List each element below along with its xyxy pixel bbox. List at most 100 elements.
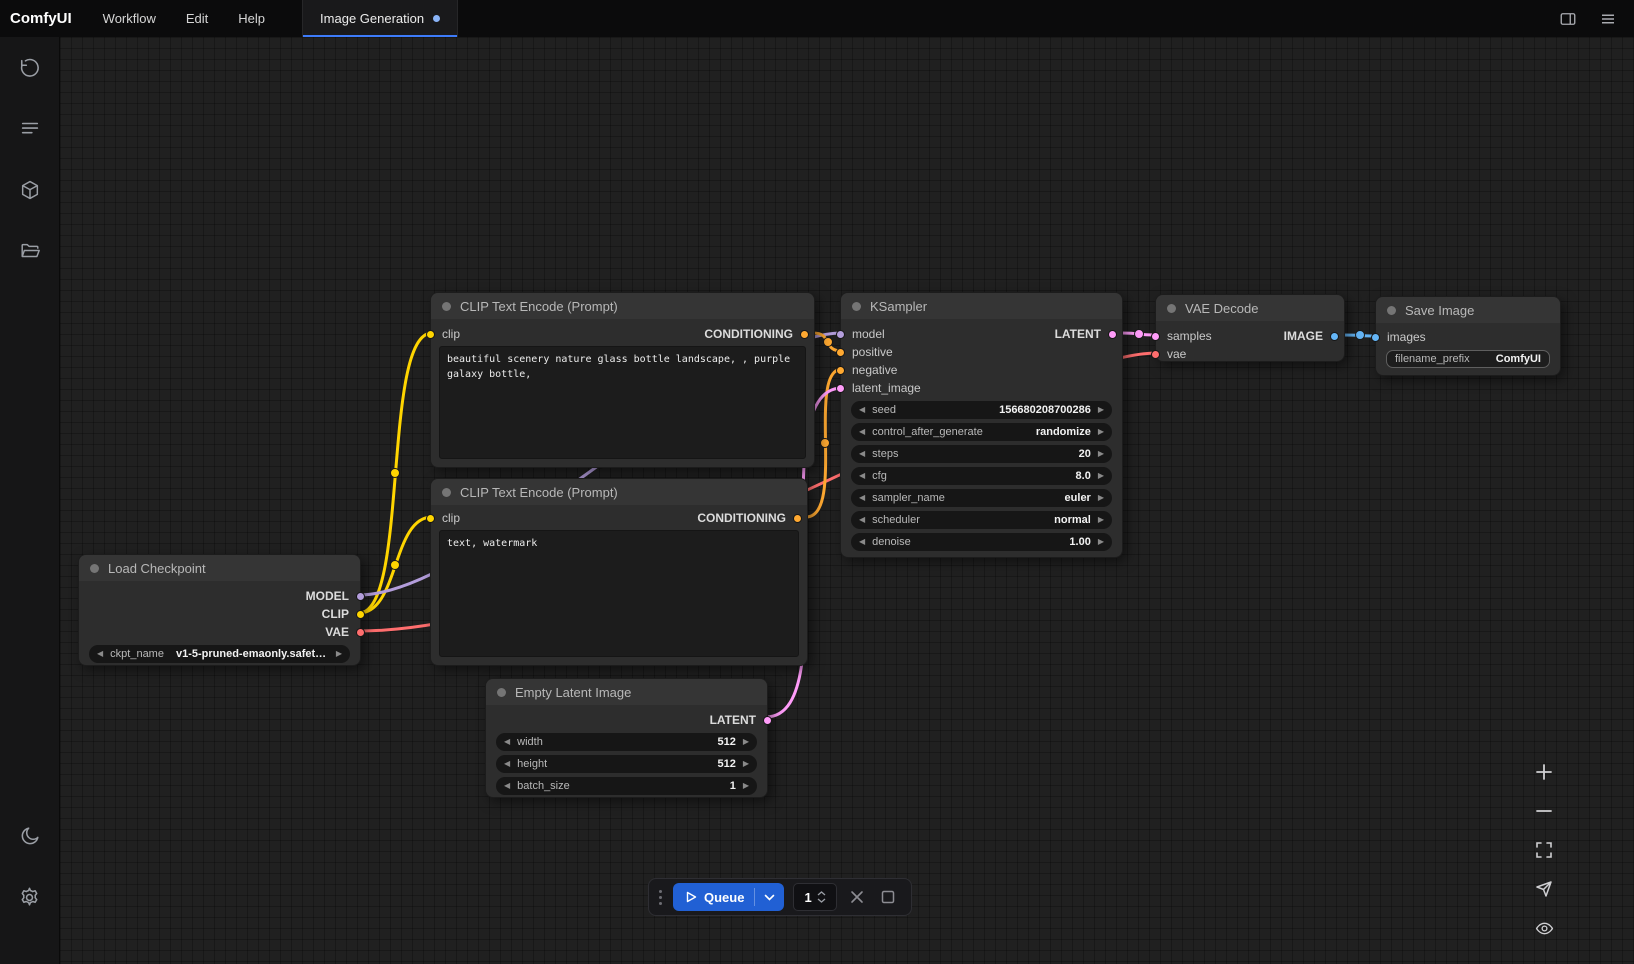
hamburger-menu-icon[interactable] [1598, 9, 1618, 29]
decrement-arrow-icon[interactable]: ◀ [859, 450, 865, 458]
tab-image-generation[interactable]: Image Generation [302, 0, 458, 37]
widget-width[interactable]: ◀ width 512 ▶ [496, 733, 757, 751]
node-header[interactable]: Empty Latent Image [486, 679, 767, 705]
node-canvas[interactable]: Load Checkpoint MODEL CLIP VAE ◀ ckpt_na… [60, 37, 1634, 964]
widget-steps[interactable]: ◀ steps 20 ▶ [851, 445, 1112, 463]
output-port-model[interactable] [356, 592, 365, 601]
input-port-clip[interactable] [426, 514, 435, 523]
clear-queue-x-icon[interactable] [846, 886, 868, 908]
widget-control-after-generate[interactable]: ◀ control_after_generate randomize ▶ [851, 423, 1112, 441]
input-port-images[interactable] [1371, 333, 1380, 342]
drag-handle[interactable] [657, 890, 664, 905]
decrement-arrow-icon[interactable]: ◀ [859, 406, 865, 414]
collapse-dot[interactable] [852, 302, 861, 311]
node-save-image[interactable]: Save Image images filename_prefix ComfyU… [1375, 296, 1561, 376]
input-port-vae[interactable] [1151, 350, 1160, 359]
output-port-conditioning[interactable] [800, 330, 809, 339]
node-clip-text-encode-positive[interactable]: CLIP Text Encode (Prompt) clip CONDITION… [430, 292, 815, 468]
queue-button[interactable]: Queue [673, 883, 784, 911]
node-load-checkpoint[interactable]: Load Checkpoint MODEL CLIP VAE ◀ ckpt_na… [78, 554, 361, 666]
node-header[interactable]: VAE Decode [1156, 295, 1344, 321]
decrement-arrow-icon[interactable]: ◀ [504, 760, 510, 768]
node-header[interactable]: CLIP Text Encode (Prompt) [431, 293, 814, 319]
positive-prompt-textarea[interactable]: beautiful scenery nature glass bottle la… [439, 346, 806, 459]
fit-view-icon[interactable] [1532, 838, 1556, 862]
input-port-clip[interactable] [426, 330, 435, 339]
decrement-arrow-icon[interactable]: ◀ [504, 782, 510, 790]
decrement-arrow-icon[interactable]: ◀ [859, 538, 865, 546]
negative-prompt-textarea[interactable]: text, watermark [439, 530, 799, 657]
prev-value-arrow-icon[interactable]: ◀ [97, 650, 103, 658]
next-value-arrow-icon[interactable]: ▶ [1098, 516, 1104, 524]
input-port-model[interactable] [836, 330, 845, 339]
node-header[interactable]: KSampler [841, 293, 1122, 319]
decrement-arrow-icon[interactable]: ◀ [504, 738, 510, 746]
history-icon[interactable] [13, 51, 47, 85]
zoom-out-icon[interactable] [1532, 799, 1556, 823]
input-port-latent-image[interactable] [836, 384, 845, 393]
workflows-folder-icon[interactable] [13, 234, 47, 268]
output-port-latent[interactable] [1108, 330, 1117, 339]
menu-workflow[interactable]: Workflow [88, 0, 171, 37]
theme-moon-icon[interactable] [13, 819, 47, 853]
widget-cfg[interactable]: ◀ cfg 8.0 ▶ [851, 467, 1112, 485]
increment-arrow-icon[interactable]: ▶ [743, 760, 749, 768]
zoom-in-icon[interactable] [1532, 760, 1556, 784]
increment-arrow-icon[interactable]: ▶ [1098, 538, 1104, 546]
widget-height[interactable]: ◀ height 512 ▶ [496, 755, 757, 773]
widget-filename-prefix[interactable]: filename_prefix ComfyUI [1386, 350, 1550, 368]
node-vae-decode[interactable]: VAE Decode samples IMAGE vae [1155, 294, 1345, 362]
input-port-negative[interactable] [836, 366, 845, 375]
panel-toggle-icon[interactable] [1558, 9, 1578, 29]
navigate-cursor-icon[interactable] [1532, 877, 1556, 901]
increment-arrow-icon[interactable]: ▶ [1098, 406, 1104, 414]
prev-value-arrow-icon[interactable]: ◀ [859, 516, 865, 524]
collapse-dot[interactable] [442, 302, 451, 311]
stop-square-icon[interactable] [877, 886, 899, 908]
prev-value-arrow-icon[interactable]: ◀ [859, 494, 865, 502]
widget-sampler-name[interactable]: ◀ sampler_name euler ▶ [851, 489, 1112, 507]
node-header[interactable]: Save Image [1376, 297, 1560, 323]
menu-edit[interactable]: Edit [171, 0, 223, 37]
menu-help[interactable]: Help [223, 0, 280, 37]
node-library-icon[interactable] [13, 173, 47, 207]
increment-arrow-icon[interactable]: ▶ [1098, 450, 1104, 458]
queue-options-chevron-icon[interactable] [755, 894, 784, 901]
batch-count-input[interactable]: 1 [793, 883, 837, 911]
count-decrement-icon[interactable] [817, 898, 826, 903]
input-port-positive[interactable] [836, 348, 845, 357]
collapse-dot[interactable] [497, 688, 506, 697]
input-port-samples[interactable] [1151, 332, 1160, 341]
collapse-dot[interactable] [1387, 306, 1396, 315]
widget-ckpt-name[interactable]: ◀ ckpt_name v1-5-pruned-emaonly.safete..… [89, 645, 350, 663]
increment-arrow-icon[interactable]: ▶ [743, 738, 749, 746]
prev-value-arrow-icon[interactable]: ◀ [859, 428, 865, 436]
output-port-conditioning[interactable] [793, 514, 802, 523]
node-clip-text-encode-negative[interactable]: CLIP Text Encode (Prompt) clip CONDITION… [430, 478, 808, 666]
next-value-arrow-icon[interactable]: ▶ [336, 650, 342, 658]
node-ksampler[interactable]: KSampler model LATENT positive negative … [840, 292, 1123, 558]
decrement-arrow-icon[interactable]: ◀ [859, 472, 865, 480]
increment-arrow-icon[interactable]: ▶ [743, 782, 749, 790]
node-header[interactable]: CLIP Text Encode (Prompt) [431, 479, 807, 505]
next-value-arrow-icon[interactable]: ▶ [1098, 428, 1104, 436]
output-port-latent[interactable] [763, 716, 772, 725]
next-value-arrow-icon[interactable]: ▶ [1098, 494, 1104, 502]
collapse-dot[interactable] [90, 564, 99, 573]
widget-batch-size[interactable]: ◀ batch_size 1 ▶ [496, 777, 757, 795]
widget-seed[interactable]: ◀ seed 156680208700286 ▶ [851, 401, 1112, 419]
collapse-dot[interactable] [1167, 304, 1176, 313]
collapse-dot[interactable] [442, 488, 451, 497]
count-increment-icon[interactable] [817, 891, 826, 896]
output-port-image[interactable] [1330, 332, 1339, 341]
node-header[interactable]: Load Checkpoint [79, 555, 360, 581]
increment-arrow-icon[interactable]: ▶ [1098, 472, 1104, 480]
node-empty-latent-image[interactable]: Empty Latent Image LATENT ◀ width 512 ▶ … [485, 678, 768, 798]
queue-list-icon[interactable] [13, 112, 47, 146]
settings-gear-icon[interactable] [13, 880, 47, 914]
output-port-vae[interactable] [356, 628, 365, 637]
toggle-visibility-eye-icon[interactable] [1532, 916, 1556, 940]
widget-denoise[interactable]: ◀ denoise 1.00 ▶ [851, 533, 1112, 551]
widget-scheduler[interactable]: ◀ scheduler normal ▶ [851, 511, 1112, 529]
output-port-clip[interactable] [356, 610, 365, 619]
